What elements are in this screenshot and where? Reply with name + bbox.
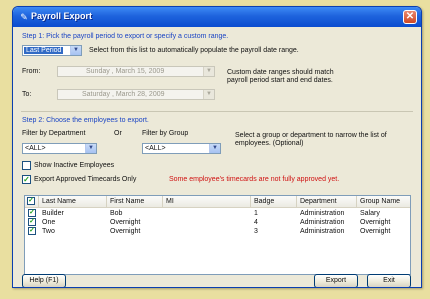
filter-department-label: Filter by Department xyxy=(22,130,86,137)
filter-group-label: Filter by Group xyxy=(142,130,189,137)
group-select[interactable]: <ALL> ▼ xyxy=(142,143,221,154)
to-date-value: Saturday , March 28, 2009 xyxy=(82,91,165,98)
checkmark-icon: ✓ xyxy=(23,175,30,184)
cell-department: Administration xyxy=(300,210,345,217)
employee-table[interactable]: ✓ Last Name First Name MI Badge Num... D… xyxy=(24,195,411,275)
title-bar: ✎ Payroll Export ✕ xyxy=(13,7,421,27)
column-header-mi[interactable]: MI xyxy=(163,196,251,207)
close-button[interactable]: ✕ xyxy=(403,10,417,24)
table-row[interactable]: ✓ Two Overnight 3 Administration Overnig… xyxy=(25,227,410,236)
show-inactive-checkbox[interactable] xyxy=(22,161,31,170)
cell-last-name: Builder xyxy=(42,210,64,217)
cell-first-name: Overnight xyxy=(110,228,141,235)
period-select[interactable]: Last Period ▼ xyxy=(22,45,82,56)
export-approved-label: Export Approved Timecards Only xyxy=(34,176,137,183)
department-select-value: <ALL> xyxy=(25,145,46,152)
cell-mi xyxy=(163,227,251,236)
group-select-value: <ALL> xyxy=(145,145,166,152)
export-button[interactable]: Export xyxy=(314,274,358,287)
cell-last-name: One xyxy=(42,219,56,226)
row-checkbox[interactable]: ✓ xyxy=(28,218,36,226)
close-icon: ✕ xyxy=(405,11,415,22)
export-approved-checkbox[interactable]: ✓ xyxy=(22,175,31,184)
chevron-down-icon[interactable]: ▼ xyxy=(203,90,214,99)
cell-group: Overnight xyxy=(360,219,391,226)
column-header-department[interactable]: Department xyxy=(297,196,357,207)
cell-department: Administration xyxy=(300,219,345,226)
cell-first-name: Bob xyxy=(110,210,123,217)
row-checkbox[interactable]: ✓ xyxy=(28,227,36,235)
column-header-group-name[interactable]: Group Name xyxy=(357,196,412,207)
checkmark-icon: ✓ xyxy=(29,227,35,234)
cell-badge: 3 xyxy=(254,228,258,235)
help-button[interactable]: Help (F1) xyxy=(22,274,66,287)
row-checkbox[interactable]: ✓ xyxy=(28,209,36,217)
cell-department: Administration xyxy=(300,228,345,235)
cell-group: Salary xyxy=(360,210,380,217)
payroll-export-window: ✎ Payroll Export ✕ Step 1: Pick the payr… xyxy=(12,6,422,288)
date-range-note: Custom date ranges should match payroll … xyxy=(227,69,334,84)
column-header-first-name[interactable]: First Name xyxy=(107,196,163,207)
approval-warning: Some employee's timecards are not fully … xyxy=(169,176,340,183)
chevron-down-icon[interactable]: ▼ xyxy=(85,144,96,153)
to-date-picker[interactable]: Saturday , March 28, 2009 ▼ xyxy=(57,89,215,100)
table-row[interactable]: ✓ One Overnight 4 Administration Overnig… xyxy=(25,218,410,227)
payroll-app-icon: ✎ xyxy=(20,12,28,22)
from-date-picker[interactable]: Sunday , March 15, 2009 ▼ xyxy=(57,66,215,77)
cell-badge: 1 xyxy=(254,210,258,217)
show-inactive-label: Show Inactive Employees xyxy=(34,162,115,169)
chevron-down-icon[interactable]: ▼ xyxy=(70,46,81,55)
select-all-header[interactable]: ✓ xyxy=(25,196,39,207)
step1-heading: Step 1: Pick the payroll period to expor… xyxy=(22,33,229,40)
step2-heading: Step 2: Choose the employees to export. xyxy=(22,117,149,124)
from-date-value: Sunday , March 15, 2009 xyxy=(86,68,165,75)
department-select[interactable]: <ALL> ▼ xyxy=(22,143,97,154)
column-header-badge-num[interactable]: Badge Num... xyxy=(251,196,297,207)
cell-mi xyxy=(163,218,251,227)
cell-mi xyxy=(163,209,251,218)
checkmark-icon: ✓ xyxy=(28,197,34,204)
window-title: Payroll Export xyxy=(31,11,93,21)
column-header-last-name[interactable]: Last Name xyxy=(39,196,107,207)
period-select-value: Last Period xyxy=(24,47,64,54)
dialog-body: Step 1: Pick the payroll period to expor… xyxy=(13,27,421,287)
exit-button[interactable]: Exit xyxy=(367,274,411,287)
table-row[interactable]: ✓ Builder Bob 1 Administration Salary xyxy=(25,209,410,218)
chevron-down-icon[interactable]: ▼ xyxy=(203,67,214,76)
period-hint: Select from this list to automatically p… xyxy=(89,47,299,54)
cell-group: Overnight xyxy=(360,228,391,235)
table-header: ✓ Last Name First Name MI Badge Num... D… xyxy=(25,196,410,208)
select-all-checkbox[interactable]: ✓ xyxy=(27,197,35,205)
checkmark-icon: ✓ xyxy=(29,218,35,225)
chevron-down-icon[interactable]: ▼ xyxy=(209,144,220,153)
cell-first-name: Overnight xyxy=(110,219,141,226)
filter-note: Select a group or department to narrow t… xyxy=(235,132,387,147)
or-label: Or xyxy=(114,130,122,137)
cell-last-name: Two xyxy=(42,228,55,235)
section-divider xyxy=(21,111,413,112)
cell-badge: 4 xyxy=(254,219,258,226)
from-label: From: xyxy=(22,68,41,75)
to-label: To: xyxy=(22,91,32,98)
checkmark-icon: ✓ xyxy=(29,209,35,216)
